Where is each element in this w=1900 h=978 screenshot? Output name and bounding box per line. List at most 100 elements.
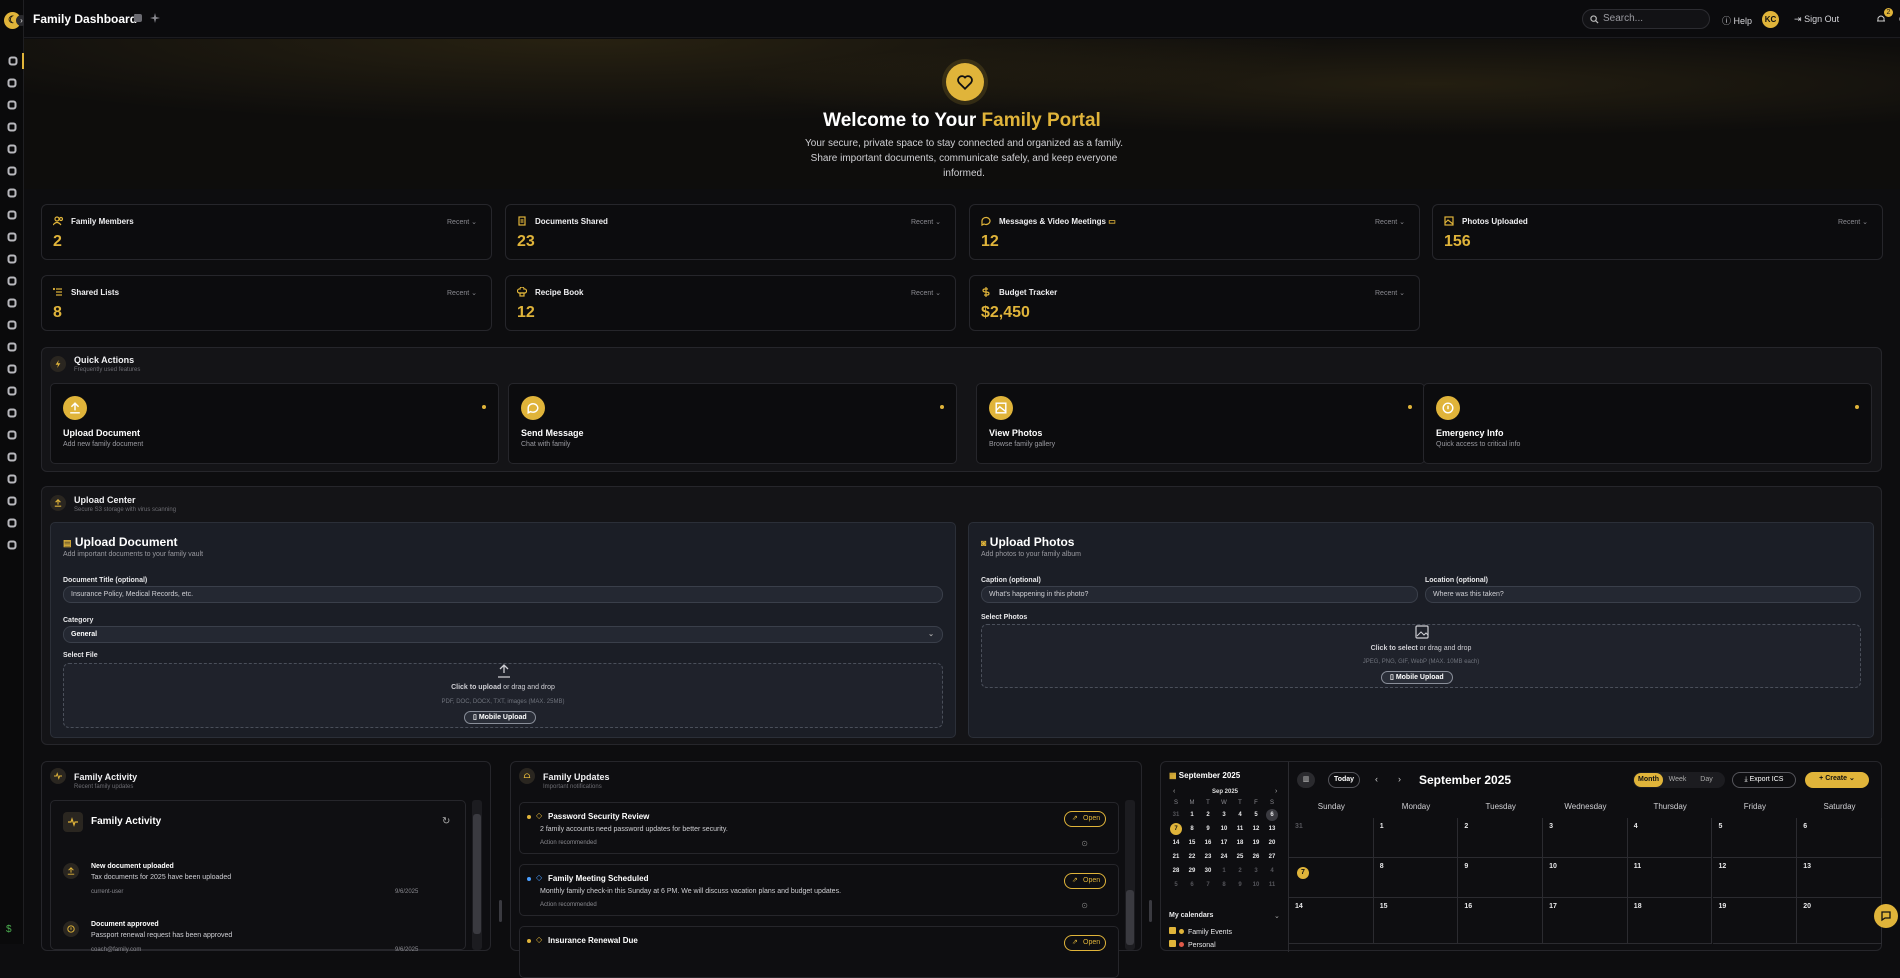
quick-action-emergency-info[interactable]: Emergency Info Quick access to critical i…: [1423, 383, 1872, 464]
mini-day[interactable]: 20: [1264, 836, 1280, 850]
stat-filter-select[interactable]: Recent ⌄: [1375, 218, 1405, 226]
mini-day[interactable]: 18: [1232, 836, 1248, 850]
nav-building-icon[interactable]: [4, 273, 20, 289]
mini-day[interactable]: 17: [1216, 836, 1232, 850]
mini-day[interactable]: 5: [1248, 808, 1264, 822]
calendar-day-cell[interactable]: 19: [1712, 898, 1798, 944]
stat-filter-select[interactable]: Recent ⌄: [447, 289, 477, 297]
nav-team-icon[interactable]: [4, 493, 20, 509]
calendar-day-cell[interactable]: 5: [1712, 818, 1798, 858]
nav-home-alt-icon[interactable]: [4, 471, 20, 487]
calendar-day-cell[interactable]: 31: [1289, 818, 1374, 858]
photos-drop-zone[interactable]: Click to select or drag and drop JPEG, P…: [981, 624, 1861, 688]
mini-day[interactable]: 10: [1248, 878, 1264, 892]
calendar-day-cell[interactable]: 6: [1797, 818, 1882, 858]
mini-day[interactable]: 22: [1184, 850, 1200, 864]
mini-day[interactable]: 16: [1200, 836, 1216, 850]
mini-day[interactable]: 12: [1248, 822, 1264, 836]
open-button[interactable]: ⇗ Open: [1064, 811, 1106, 827]
view-tab-week[interactable]: Week: [1663, 773, 1692, 787]
updates-scroll-thumb[interactable]: [1126, 890, 1134, 945]
calendar-day-cell[interactable]: 11: [1627, 858, 1713, 898]
activity-scroll-thumb[interactable]: [473, 814, 481, 934]
calendar-day-cell[interactable]: 3: [1543, 818, 1628, 858]
export-ics-button[interactable]: ⤓ Export ICS: [1732, 772, 1796, 788]
avatar[interactable]: KC: [1762, 11, 1779, 28]
caption-input[interactable]: What's happening in this photo?: [981, 586, 1418, 603]
mini-day[interactable]: 2: [1232, 864, 1248, 878]
stat-filter-select[interactable]: Recent ⌄: [911, 218, 941, 226]
nav-book-icon[interactable]: [4, 295, 20, 311]
update-item[interactable]: ◇ Insurance Renewal Due ⇗ Open: [519, 926, 1119, 978]
mini-day[interactable]: 3: [1248, 864, 1264, 878]
nav-file-icon[interactable]: [4, 449, 20, 465]
mini-day[interactable]: 5: [1168, 878, 1184, 892]
mini-day[interactable]: 24: [1216, 850, 1232, 864]
mini-day[interactable]: 25: [1232, 850, 1248, 864]
today-button[interactable]: Today: [1328, 772, 1360, 788]
mini-day[interactable]: 9: [1200, 822, 1216, 836]
calendar-day-cell[interactable]: 14: [1289, 898, 1374, 944]
nav-clock-icon[interactable]: [4, 317, 20, 333]
mini-day[interactable]: 7: [1200, 878, 1216, 892]
stat-card[interactable]: Recipe Book Recent ⌄ 12: [505, 275, 956, 331]
mini-day[interactable]: 7: [1168, 822, 1184, 836]
mini-day[interactable]: 14: [1168, 836, 1184, 850]
quick-action-send-message[interactable]: Send Message Chat with family: [508, 383, 957, 464]
next-month-icon[interactable]: ›: [1398, 774, 1401, 784]
chat-support-icon[interactable]: [1874, 904, 1898, 928]
stat-card[interactable]: Messages & Video Meetings ▭ Recent ⌄ 12: [969, 204, 1420, 260]
nav-user-plus-icon[interactable]: [4, 339, 20, 355]
nav-plane-icon[interactable]: [4, 383, 20, 399]
view-tab-month[interactable]: Month: [1634, 773, 1663, 787]
mini-day[interactable]: 8: [1216, 878, 1232, 892]
sidebar-toggle-icon[interactable]: ▥: [1297, 772, 1315, 788]
chevron-down-icon[interactable]: ⌄: [1274, 912, 1280, 920]
activity-scrollbar[interactable]: [472, 800, 482, 950]
nav-alarm-icon[interactable]: [4, 97, 20, 113]
nav-key-icon[interactable]: [4, 185, 20, 201]
dollar-icon[interactable]: $: [6, 924, 12, 935]
calendar-day-cell[interactable]: 4: [1627, 818, 1713, 858]
mini-day[interactable]: 2: [1200, 808, 1216, 822]
location-input[interactable]: Where was this taken?: [1425, 586, 1861, 603]
stat-card[interactable]: Family Members Recent ⌄ 2: [41, 204, 492, 260]
calendar-day-cell[interactable]: 12: [1712, 858, 1798, 898]
prev-month-icon[interactable]: ‹: [1375, 774, 1378, 784]
stat-filter-select[interactable]: Recent ⌄: [1838, 218, 1868, 226]
stat-card[interactable]: Documents Shared Recent ⌄ 23: [505, 204, 956, 260]
mini-day[interactable]: 1: [1216, 864, 1232, 878]
refresh-icon[interactable]: ↻: [442, 816, 450, 827]
mini-day[interactable]: 11: [1264, 878, 1280, 892]
mini-day[interactable]: 9: [1232, 878, 1248, 892]
stat-card[interactable]: Shared Lists Recent ⌄ 8: [41, 275, 492, 331]
calendar-day-cell[interactable]: 20: [1797, 898, 1882, 944]
mini-day[interactable]: 6: [1264, 808, 1280, 822]
calendar-day-cell[interactable]: 9: [1458, 858, 1544, 898]
sparkle-icon[interactable]: [150, 13, 160, 23]
calendar-day-cell[interactable]: 18: [1627, 898, 1713, 944]
mini-day[interactable]: 6: [1184, 878, 1200, 892]
calendar-day-cell[interactable]: 13: [1797, 858, 1882, 898]
mini-day[interactable]: 23: [1200, 850, 1216, 864]
stat-filter-select[interactable]: Recent ⌄: [447, 218, 477, 226]
dismiss-icon[interactable]: ⊙: [1081, 839, 1088, 848]
stat-filter-select[interactable]: Recent ⌄: [911, 289, 941, 297]
mini-day[interactable]: 10: [1216, 822, 1232, 836]
quick-action-view-photos[interactable]: View Photos Browse family gallery: [976, 383, 1425, 464]
nav-dollar-icon[interactable]: [4, 141, 20, 157]
photos-mobile-upload-button[interactable]: ▯ Mobile Upload: [1381, 671, 1453, 684]
mini-day[interactable]: 27: [1264, 850, 1280, 864]
nav-home-icon[interactable]: [4, 53, 24, 69]
mini-day[interactable]: 4: [1232, 808, 1248, 822]
nav-package-icon[interactable]: [4, 405, 20, 421]
nav-document-icon[interactable]: [4, 229, 20, 245]
calendar-toggle[interactable]: Personal: [1169, 940, 1216, 949]
dismiss-icon[interactable]: ⊙: [1081, 901, 1088, 910]
nav-umbrella-icon[interactable]: [4, 207, 20, 223]
stat-filter-select[interactable]: Recent ⌄: [1375, 289, 1405, 297]
mini-day[interactable]: 1: [1184, 808, 1200, 822]
calendar-toggle[interactable]: Family Events: [1169, 927, 1232, 936]
mini-day[interactable]: 4: [1264, 864, 1280, 878]
quick-action-upload-document[interactable]: Upload Document Add new family document: [50, 383, 499, 464]
